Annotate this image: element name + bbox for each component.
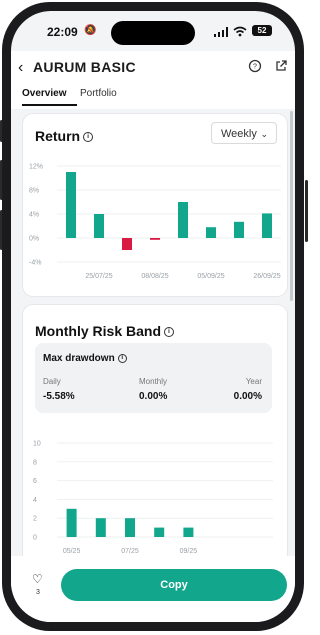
x-tick-label: 08/08/25 <box>141 273 168 280</box>
bar <box>122 238 132 250</box>
screen: 22:09 🔕 52 ‹ AURUM BASIC ? Overview Port… <box>11 11 295 622</box>
x-tick-label: 09/25 <box>180 548 198 555</box>
device-bezel: 22:09 🔕 52 ‹ AURUM BASIC ? Overview Port… <box>2 2 304 631</box>
y-tick-label: 6 <box>33 478 37 485</box>
back-chevron-icon[interactable]: ‹ <box>18 59 23 77</box>
y-tick-label: 10 <box>33 441 41 448</box>
max-drawdown-box: Max drawdown i Daily -5.58% Monthly 0.00%… <box>35 343 272 413</box>
return-title-text: Return <box>35 128 81 144</box>
external-link-icon[interactable] <box>274 59 288 73</box>
battery-icon: 52 <box>252 25 272 36</box>
heart-icon[interactable]: ♡ <box>32 572 43 586</box>
x-tick-label: 07/25 <box>121 548 139 555</box>
phone-frame: 22:09 🔕 52 ‹ AURUM BASIC ? Overview Port… <box>0 0 308 635</box>
y-tick-label: 4% <box>29 212 39 219</box>
return-title: Return i <box>35 128 94 144</box>
bar <box>206 227 216 238</box>
chevron-down-icon: ⌄ <box>260 129 268 139</box>
year-label: Year <box>245 377 262 386</box>
bar <box>94 214 104 238</box>
period-dropdown-value: Weekly <box>221 128 257 140</box>
bar <box>178 202 188 238</box>
y-tick-label: 12% <box>29 164 43 171</box>
bar <box>66 172 76 238</box>
info-icon[interactable]: i <box>83 132 94 143</box>
risk-band-card: Monthly Risk Band i Max drawdown i Daily -… <box>23 305 287 565</box>
info-icon[interactable]: i <box>164 327 175 338</box>
max-drawdown-title-text: Max drawdown <box>43 353 115 364</box>
power-button <box>305 180 308 242</box>
wifi-icon <box>233 26 247 37</box>
daily-value: -5.58% <box>43 391 75 402</box>
period-dropdown[interactable]: Weekly ⌄ <box>211 122 277 144</box>
return-card: Return i Weekly ⌄ 12% 8% 4% 0% -4% 25/07/25 08/0… <box>23 114 287 296</box>
monthly-value: 0.00% <box>139 391 168 402</box>
y-tick-label: 0 <box>33 535 37 542</box>
scrollbar[interactable] <box>290 111 293 301</box>
bottom-bar: ♡ 3 Copy <box>11 556 295 622</box>
svg-text:?: ? <box>253 64 257 71</box>
risk-band-title: Monthly Risk Band i <box>35 323 175 339</box>
risk-chart: 10 8 6 4 2 0 05/25 07/25 09/25 <box>33 441 273 555</box>
y-tick-label: -4% <box>29 260 41 267</box>
x-tick-label: 26/09/25 <box>253 273 280 280</box>
tab-portfolio[interactable]: Portfolio <box>80 88 117 99</box>
bar <box>66 508 77 537</box>
bar <box>95 518 106 537</box>
app-header: ‹ AURUM BASIC ? Overview Portfolio <box>11 51 295 109</box>
info-icon[interactable]: i <box>117 353 127 363</box>
daily-label: Daily <box>43 377 61 386</box>
battery-level: 52 <box>257 26 267 35</box>
bar <box>183 527 194 537</box>
bar <box>125 518 135 537</box>
bar <box>234 221 244 238</box>
bar <box>154 527 165 537</box>
y-tick-label: 8% <box>29 188 39 195</box>
active-tab-indicator <box>22 104 77 106</box>
y-tick-label: 2 <box>33 516 37 523</box>
signal-icon <box>214 27 228 37</box>
bar <box>150 238 160 240</box>
status-time: 22:09 <box>47 25 78 39</box>
x-tick-label: 25/07/25 <box>85 273 112 280</box>
y-tick-label: 8 <box>33 459 37 466</box>
return-chart: 12% 8% 4% 0% -4% 25/07/25 08/08/25 05/09/25 26/0… <box>29 164 281 280</box>
help-icon[interactable]: ? <box>248 59 262 73</box>
x-tick-label: 05/09/25 <box>197 273 224 280</box>
y-tick-label: 4 <box>33 497 37 504</box>
dynamic-island <box>111 21 195 45</box>
y-tick-label: 0% <box>29 236 39 243</box>
risk-band-title-text: Monthly Risk Band <box>35 323 162 339</box>
bar <box>262 213 272 238</box>
bell-muted-icon: 🔕 <box>84 25 97 36</box>
tab-overview[interactable]: Overview <box>22 88 66 99</box>
copy-button[interactable]: Copy <box>61 569 287 601</box>
like-count: 3 <box>36 589 40 596</box>
year-value: 0.00% <box>233 391 262 402</box>
page-title: AURUM BASIC <box>33 59 136 75</box>
max-drawdown-title: Max drawdown i <box>43 353 127 364</box>
monthly-label: Monthly <box>139 377 168 386</box>
x-tick-label: 05/25 <box>63 548 81 555</box>
